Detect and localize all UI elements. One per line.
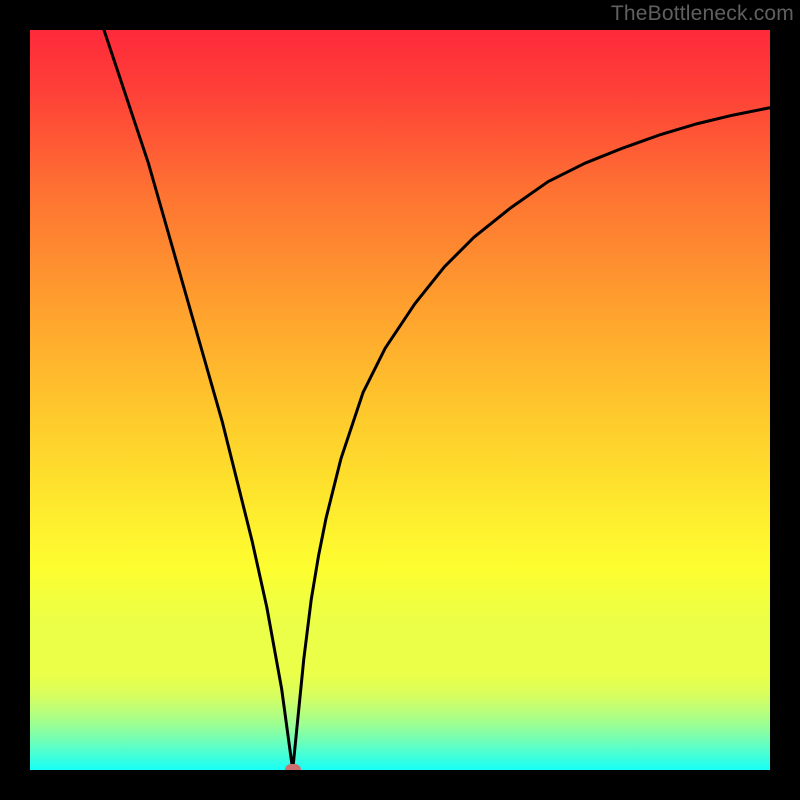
frame-border-right — [770, 0, 800, 800]
bottleneck-curve — [30, 30, 770, 770]
frame-border-left — [0, 0, 30, 800]
gradient-plot-area — [30, 30, 770, 770]
curve-path — [104, 30, 770, 770]
frame-border-bottom — [0, 770, 800, 800]
watermark-text: TheBottleneck.com — [611, 2, 794, 26]
